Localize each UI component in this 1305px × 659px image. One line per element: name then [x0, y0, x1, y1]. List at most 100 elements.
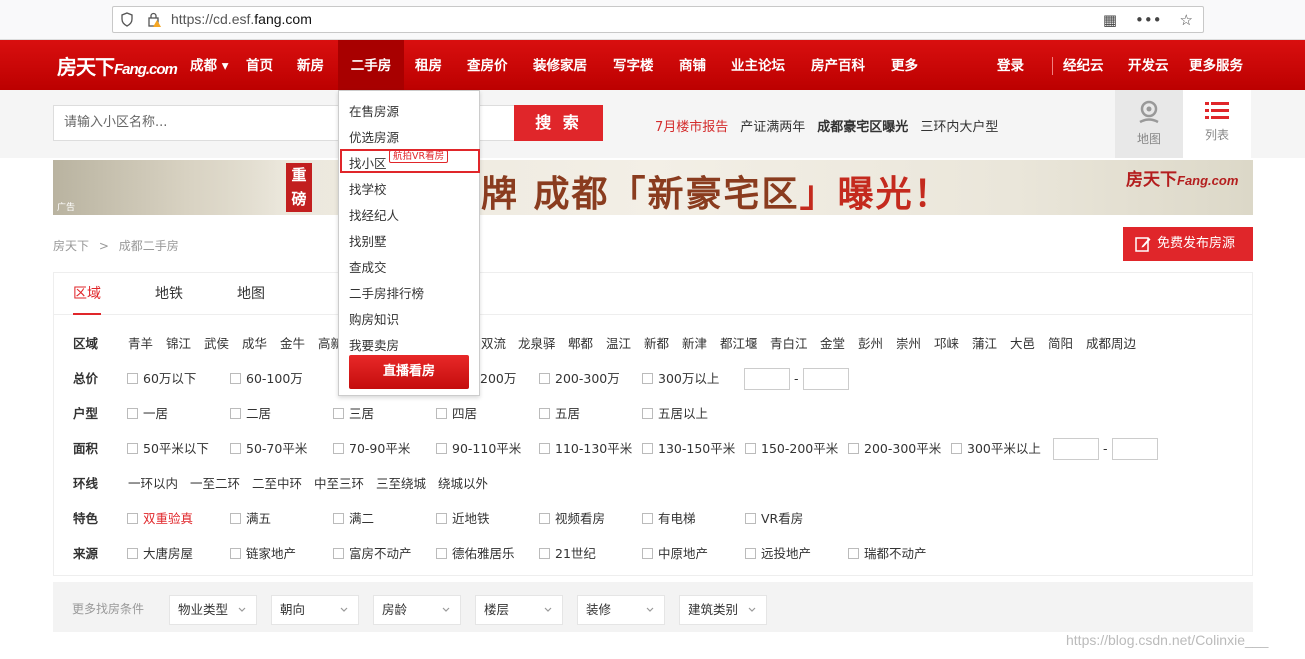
ring-option[interactable]: 绕城以外	[438, 474, 488, 494]
feature-option[interactable]: 近地铁	[436, 509, 490, 529]
dd-find-villa[interactable]: 找别墅	[349, 231, 387, 250]
site-logo[interactable]: 房天下Fang.com	[57, 51, 178, 80]
ring-option[interactable]: 二至中环	[252, 474, 302, 494]
tab-map[interactable]: 地图	[237, 273, 265, 315]
nav-second-hand[interactable]: 二手房	[338, 40, 404, 90]
list-view-button[interactable]: 列表	[1183, 90, 1251, 158]
area-option[interactable]: 50-70平米	[230, 439, 307, 459]
district-option[interactable]: 新都	[644, 334, 669, 354]
city-selector[interactable]: 成都 ▾	[190, 40, 228, 90]
dd-transactions[interactable]: 查成交	[349, 257, 387, 276]
breadcrumb-home[interactable]: 房天下	[53, 239, 89, 253]
area-option[interactable]: 50平米以下	[127, 439, 209, 459]
select-building-type[interactable]: 建筑类别	[679, 595, 767, 625]
nav-rent[interactable]: 租房	[415, 40, 442, 90]
hot-link-luxury[interactable]: 成都豪宅区曝光	[817, 116, 908, 135]
hot-link-report[interactable]: 7月楼市报告	[655, 116, 728, 135]
layout-option[interactable]: 一居	[127, 404, 168, 424]
select-age[interactable]: 房龄	[373, 595, 461, 625]
dd-on-sale[interactable]: 在售房源	[349, 101, 399, 120]
district-option[interactable]: 大邑	[1010, 334, 1035, 354]
feature-option[interactable]: VR看房	[745, 509, 803, 529]
area-option[interactable]: 70-90平米	[333, 439, 410, 459]
district-option[interactable]: 成都周边	[1086, 334, 1136, 354]
nav-home[interactable]: 首页	[246, 40, 273, 90]
layout-option[interactable]: 五居	[539, 404, 580, 424]
district-option[interactable]: 郫都	[568, 334, 593, 354]
dd-selected-listings[interactable]: 优选房源	[349, 127, 399, 146]
area-option[interactable]: 110-130平米	[539, 439, 632, 459]
more-services-link[interactable]: 更多服务	[1189, 40, 1243, 90]
area-option[interactable]: 200-300平米	[848, 439, 941, 459]
source-option[interactable]: 21世纪	[539, 544, 596, 564]
login-link[interactable]: 登录	[997, 40, 1024, 90]
shield-icon[interactable]	[121, 12, 133, 27]
district-option[interactable]: 龙泉驿	[518, 334, 556, 354]
district-option[interactable]: 锦江	[166, 334, 191, 354]
tab-metro[interactable]: 地铁	[155, 273, 183, 315]
district-option[interactable]: 邛崃	[934, 334, 959, 354]
hot-link-two-years[interactable]: 产证满两年	[740, 116, 805, 135]
ring-option[interactable]: 一环以内	[128, 474, 178, 494]
nav-new-house[interactable]: 新房	[297, 40, 324, 90]
hot-link-large[interactable]: 三环内大户型	[920, 116, 998, 135]
district-option[interactable]: 双流	[481, 334, 506, 354]
price-option[interactable]: 60万以下	[127, 369, 196, 389]
post-listing-button[interactable]: 免费发布房源	[1123, 227, 1253, 261]
dd-sell[interactable]: 我要卖房	[349, 335, 399, 354]
price-min-input[interactable]	[744, 368, 790, 390]
district-option[interactable]: 金牛	[280, 334, 305, 354]
feature-option[interactable]: 视频看房	[539, 509, 605, 529]
address-bar[interactable]: https://cd.esf.fang.com ▦ ••• ☆	[112, 6, 1204, 33]
district-option[interactable]: 温江	[606, 334, 631, 354]
dd-ranking[interactable]: 二手房排行榜	[349, 283, 424, 302]
price-max-input[interactable]	[803, 368, 849, 390]
source-option[interactable]: 大唐房屋	[127, 544, 193, 564]
nav-wiki[interactable]: 房产百科	[811, 40, 865, 90]
nav-more[interactable]: 更多	[891, 40, 918, 90]
source-option[interactable]: 链家地产	[230, 544, 296, 564]
feature-option[interactable]: 有电梯	[642, 509, 696, 529]
breadcrumb-current[interactable]: 成都二手房	[119, 239, 179, 253]
search-button[interactable]: 搜 索	[514, 105, 603, 141]
nav-forum[interactable]: 业主论坛	[731, 40, 785, 90]
nav-price[interactable]: 查房价	[467, 40, 508, 90]
price-option[interactable]: 60-100万	[230, 369, 303, 389]
select-property-type[interactable]: 物业类型	[169, 595, 257, 625]
feature-option[interactable]: 满二	[333, 509, 374, 529]
district-option[interactable]: 蒲江	[972, 334, 997, 354]
layout-option[interactable]: 四居	[436, 404, 477, 424]
district-option[interactable]: 彭州	[858, 334, 883, 354]
layout-option[interactable]: 三居	[333, 404, 374, 424]
more-dots-icon[interactable]: •••	[1135, 11, 1162, 29]
nav-shop[interactable]: 商铺	[679, 40, 706, 90]
layout-option[interactable]: 五居以上	[642, 404, 708, 424]
feature-option[interactable]: 双重验真	[127, 509, 193, 529]
district-option[interactable]: 金堂	[820, 334, 845, 354]
district-option[interactable]: 成华	[242, 334, 267, 354]
feature-option[interactable]: 满五	[230, 509, 271, 529]
source-option[interactable]: 德佑雅居乐	[436, 544, 515, 564]
price-option[interactable]: 200-300万	[539, 369, 620, 389]
ring-option[interactable]: 三至绕城	[376, 474, 426, 494]
district-option[interactable]: 青白江	[770, 334, 808, 354]
nav-office[interactable]: 写字楼	[613, 40, 654, 90]
source-option[interactable]: 富房不动产	[333, 544, 412, 564]
developer-cloud-link[interactable]: 开发云	[1128, 40, 1169, 90]
district-option[interactable]: 武侯	[204, 334, 229, 354]
price-option[interactable]: 300万以上	[642, 369, 719, 389]
qr-code-icon[interactable]: ▦	[1103, 11, 1117, 29]
area-option[interactable]: 90-110平米	[436, 439, 521, 459]
district-option[interactable]: 崇州	[896, 334, 921, 354]
price-option[interactable]: 200万	[480, 369, 516, 389]
ring-option[interactable]: 一至二环	[190, 474, 240, 494]
dd-find-school[interactable]: 找学校	[349, 179, 387, 198]
map-view-button[interactable]: 地图	[1115, 90, 1183, 158]
layout-option[interactable]: 二居	[230, 404, 271, 424]
ring-option[interactable]: 中至三环	[314, 474, 364, 494]
select-orientation[interactable]: 朝向	[271, 595, 359, 625]
agent-cloud-link[interactable]: 经纪云	[1063, 40, 1104, 90]
live-viewing-button[interactable]: 直播看房	[349, 355, 469, 389]
area-min-input[interactable]	[1053, 438, 1099, 460]
area-option[interactable]: 300平米以上	[951, 439, 1041, 459]
